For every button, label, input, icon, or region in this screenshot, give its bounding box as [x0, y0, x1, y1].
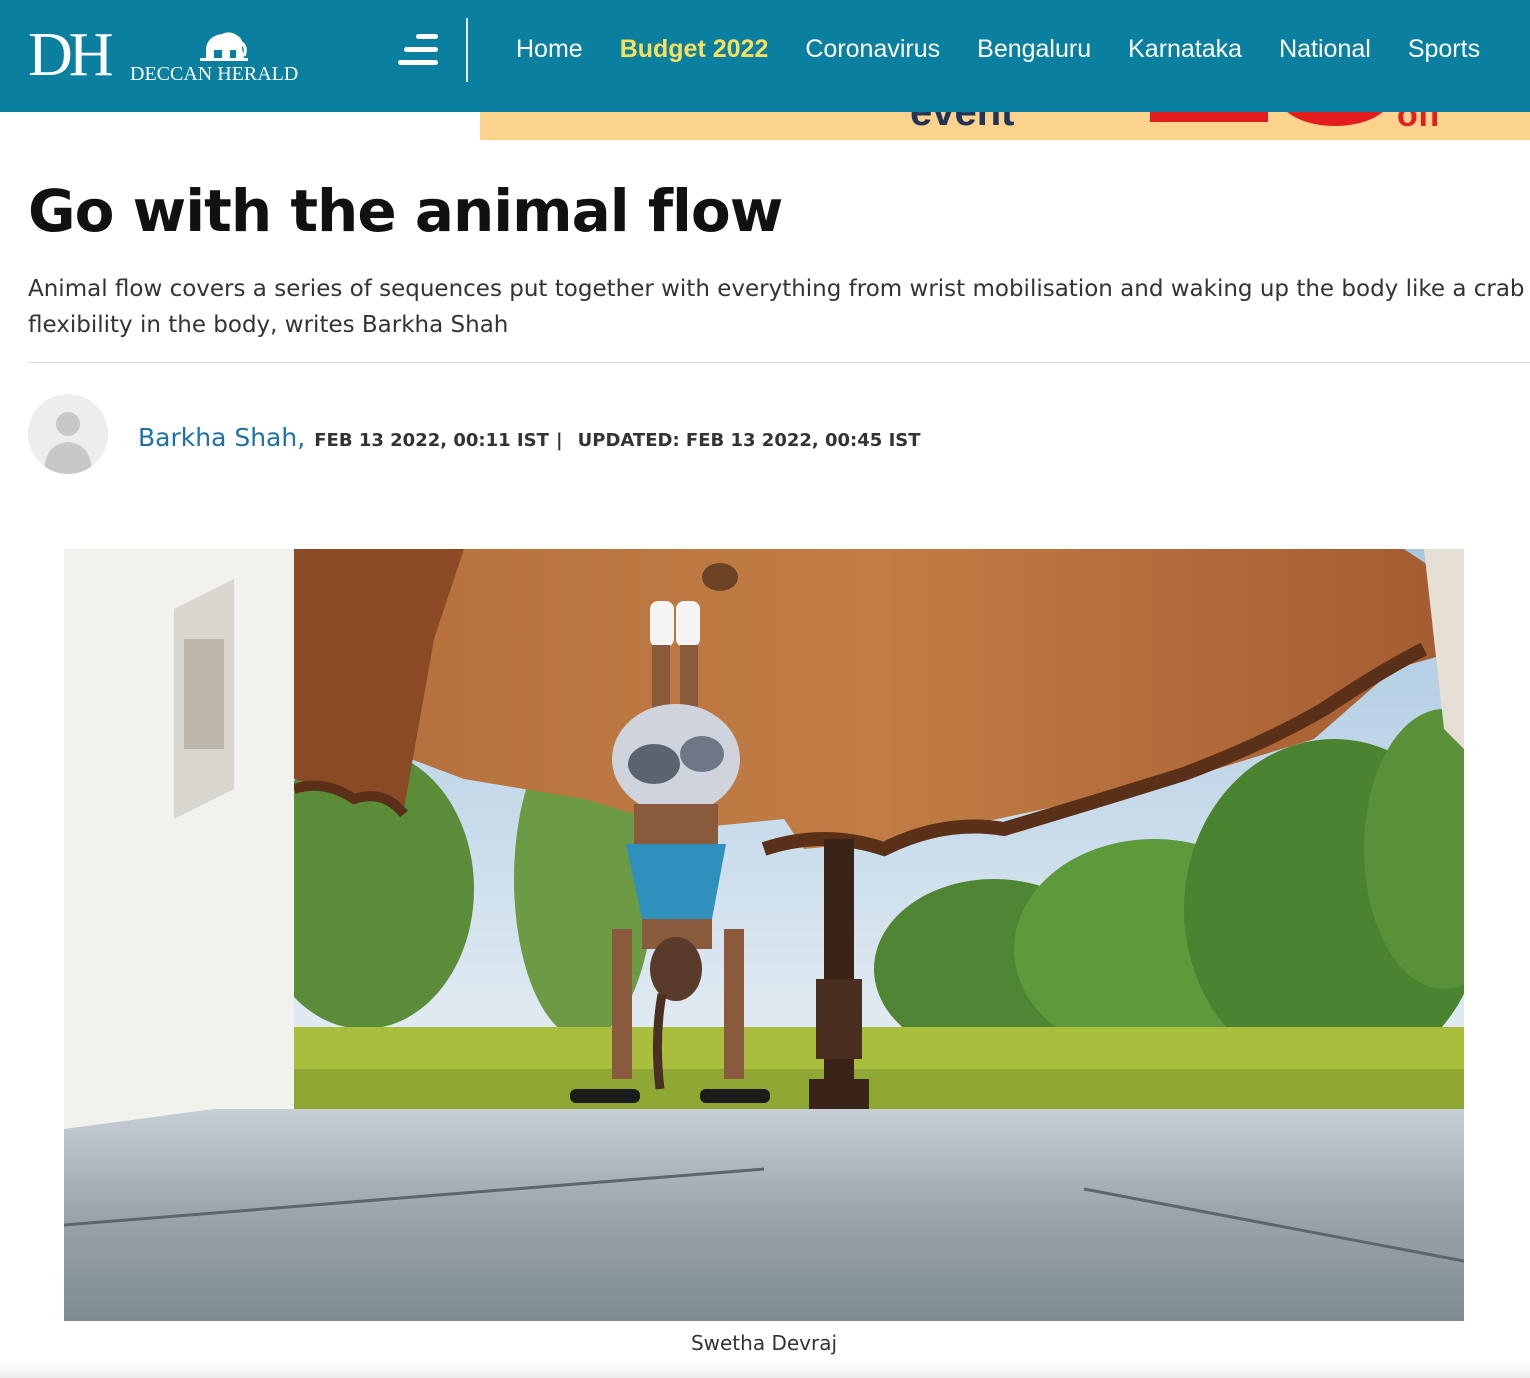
byline-separator: |: [555, 430, 563, 451]
ad-suffix-text: off: [1397, 112, 1441, 134]
nav-item-national[interactable]: National: [1279, 32, 1371, 66]
logo-mark: DH: [28, 21, 114, 89]
author-avatar[interactable]: [28, 394, 108, 474]
article-summary: Animal flow covers a series of sequences…: [28, 276, 1530, 338]
ad-red-block: [1150, 112, 1268, 122]
nav-item-home[interactable]: Home: [516, 32, 583, 66]
elephant-emblem-icon: [200, 32, 248, 61]
article-headline: Go with the animal flow: [28, 177, 783, 245]
nav-item-sports[interactable]: Sports: [1408, 32, 1480, 66]
hamburger-menu-icon[interactable]: [398, 34, 438, 68]
image-caption: Swetha Devraj: [690, 1331, 838, 1355]
advertisement-banner[interactable]: event off: [480, 112, 1530, 140]
logo-wordmark: DECCAN HERALD: [130, 63, 299, 85]
ad-red-circle: [1280, 112, 1390, 126]
updated-timestamp: UPDATED: FEB 13 2022, 00:45 IST: [577, 430, 921, 451]
site-header: DH DECCAN HERALD Home Budget 2022 Corona…: [0, 0, 1530, 112]
nav-item-bengaluru[interactable]: Bengaluru: [977, 32, 1091, 66]
page-bottom-shadow: [0, 1362, 1530, 1378]
nav-item-karnataka[interactable]: Karnataka: [1128, 32, 1242, 66]
published-timestamp: FEB 13 2022, 00:11 IST: [314, 430, 549, 451]
ad-text: event: [910, 112, 1015, 134]
summary-divider: [28, 362, 1530, 363]
main-nav: Home Budget 2022 Coronavirus Bengaluru K…: [516, 32, 1517, 66]
author-name-link[interactable]: Barkha Shah,: [138, 423, 305, 452]
nav-item-coronavirus[interactable]: Coronavirus: [805, 32, 940, 66]
default-user-icon: [44, 412, 92, 474]
article-byline: Barkha Shah, FEB 13 2022, 00:11 IST | UP…: [138, 420, 921, 459]
nav-item-budget-2022[interactable]: Budget 2022: [620, 32, 769, 66]
article-hero-image[interactable]: [64, 549, 1464, 1321]
nav-divider: [466, 18, 468, 82]
